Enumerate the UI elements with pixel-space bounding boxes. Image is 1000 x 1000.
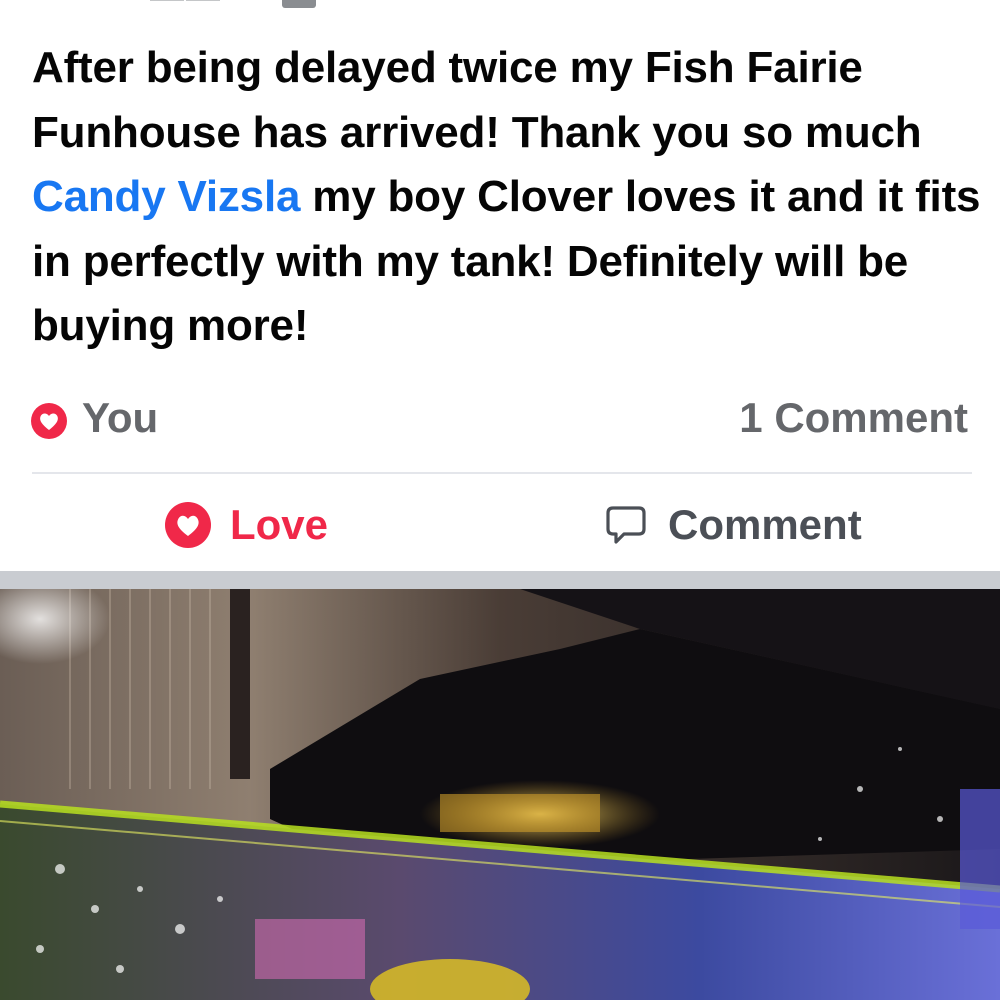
post-card: —— After being delayed twice my Fish Fai… [0,0,1000,1000]
speech-bubble-icon [606,506,646,544]
divider [32,472,972,474]
audience-icon [282,0,316,8]
heart-icon [165,502,211,548]
cut-off-text: —— [150,0,222,12]
love-button[interactable]: Love [164,492,328,558]
reaction-names[interactable]: You [82,394,158,442]
comment-button-label: Comment [668,501,862,548]
cut-off-header-fragment: —— [0,0,1000,12]
reactions-summary: You 1 Comment [30,392,970,448]
comment-count[interactable]: 1 Comment [739,394,968,442]
mention-link[interactable]: Candy Vizsla [32,172,300,221]
post-body-text: After being delayed twice my Fish Fairie… [32,36,982,359]
heart-reaction-icon[interactable] [30,402,68,440]
love-button-label: Love [230,501,329,548]
post-text-part-1: After being delayed twice my Fish Fairie… [32,43,922,157]
comment-button[interactable]: Comment [604,492,862,558]
fish-tank-photo [0,589,1000,1000]
post-separator [0,571,1000,589]
post-photo[interactable] [0,589,1000,1000]
